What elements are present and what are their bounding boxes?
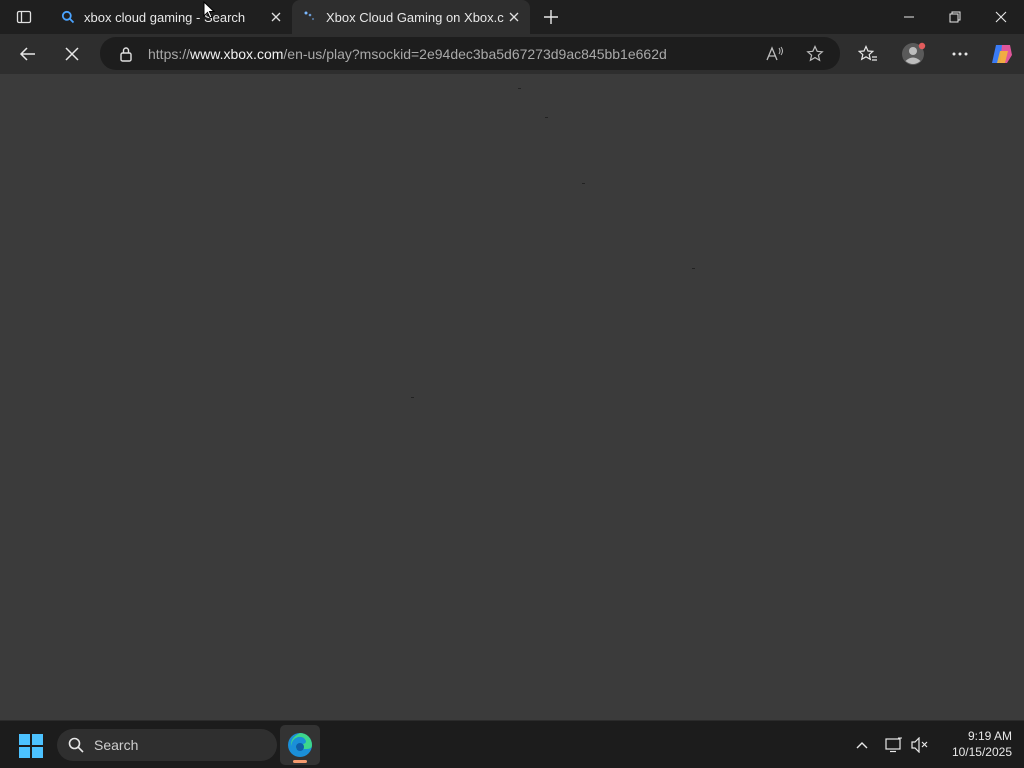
tab-xbox-cloud-gaming[interactable]: Xbox Cloud Gaming on Xbox.com (292, 0, 530, 34)
close-icon (509, 12, 519, 22)
minimize-icon (904, 16, 914, 18)
clock-time: 9:19 AM (967, 729, 1012, 743)
back-arrow-icon (19, 47, 35, 61)
close-icon (65, 47, 79, 61)
avatar-icon (902, 42, 926, 65)
profile-button[interactable] (898, 38, 930, 70)
clock-date: 10/15/2025 (951, 745, 1012, 759)
more-icon (952, 52, 968, 56)
favorites-button[interactable] (852, 38, 884, 70)
url-path: /en-us/play?msockid=2e94dec3ba5d67273d9a… (283, 45, 667, 62)
taskbar: Search 9:19 AM 10/15/2025 (0, 720, 1024, 768)
copilot-icon (992, 45, 1012, 63)
taskbar-search-box[interactable]: Search (57, 729, 277, 761)
tab-title: Xbox Cloud Gaming on Xbox.com (326, 9, 504, 25)
tab-title: xbox cloud gaming - Search (84, 9, 246, 25)
url-text: https://www.xbox.com/en-us/play?msockid=… (148, 46, 667, 62)
search-icon (67, 736, 85, 754)
loading-artifact (582, 183, 585, 184)
favorite-star-icon[interactable] (802, 41, 828, 67)
loading-artifact (518, 88, 521, 89)
address-bar[interactable]: https://www.xbox.com/en-us/play?msockid=… (100, 37, 840, 70)
plus-icon (544, 10, 558, 24)
start-button[interactable] (18, 733, 44, 759)
read-aloud-icon[interactable] (762, 41, 788, 67)
minimize-button[interactable] (886, 0, 932, 34)
loading-icon (302, 9, 318, 25)
network-icon[interactable] (880, 731, 908, 759)
loading-artifact (411, 397, 414, 398)
close-window-button[interactable] (978, 0, 1024, 34)
copilot-button[interactable] (986, 38, 1018, 70)
lock-icon[interactable] (118, 46, 134, 62)
loading-artifact (692, 268, 695, 269)
tab-search[interactable]: xbox cloud gaming - Search (50, 0, 292, 34)
show-hidden-icons-button[interactable] (848, 731, 876, 759)
favorites-icon (858, 45, 877, 61)
tab-close-button[interactable] (266, 7, 286, 27)
back-button[interactable] (12, 38, 44, 70)
loading-artifact (545, 117, 548, 118)
url-domain: www.xbox.com (190, 45, 284, 62)
restore-icon (949, 11, 961, 23)
chevron-up-icon (856, 742, 868, 749)
windows-logo-icon (19, 734, 43, 758)
browser-window: xbox cloud gaming - Search Xbox Cloud Ga… (0, 0, 1024, 720)
more-menu-button[interactable] (944, 38, 976, 70)
volume-muted-icon[interactable] (906, 731, 934, 759)
system-clock[interactable]: 9:19 AM 10/15/2025 (936, 728, 1012, 760)
tab-actions-button[interactable] (10, 6, 38, 28)
page-content (0, 74, 1024, 720)
search-placeholder: Search (94, 737, 139, 753)
mouse-cursor (203, 0, 216, 24)
tab-actions-icon (16, 10, 32, 24)
new-tab-button[interactable] (540, 6, 562, 28)
edge-icon (288, 733, 312, 757)
stop-loading-button[interactable] (56, 38, 88, 70)
active-app-indicator (293, 760, 307, 763)
restore-button[interactable] (932, 0, 978, 34)
url-prefix: https:// (148, 45, 191, 62)
tab-close-button[interactable] (504, 7, 524, 27)
browser-toolbar: https://www.xbox.com/en-us/play?msockid=… (0, 34, 1024, 74)
taskbar-edge-button[interactable] (280, 725, 320, 765)
close-icon (271, 12, 281, 22)
search-icon (60, 9, 76, 25)
close-icon (995, 11, 1007, 23)
tab-strip: xbox cloud gaming - Search Xbox Cloud Ga… (0, 0, 1024, 34)
